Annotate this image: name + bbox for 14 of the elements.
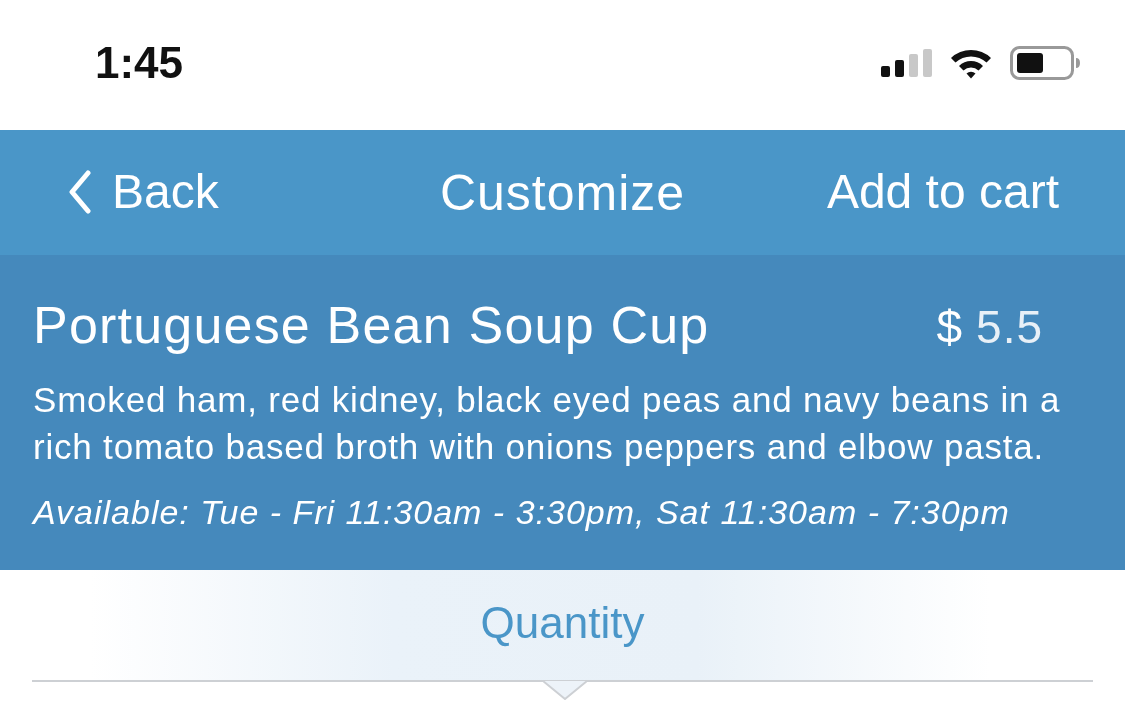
signal-icon [881, 49, 932, 77]
section-title: Quantity [480, 598, 645, 648]
availability-text: Available: Tue - Fri 11:30am - 3:30pm, Sat 11:30am - 7:30pm [33, 492, 1011, 533]
price-amount: 5.5 [976, 300, 1043, 354]
item-name: Portuguese Bean Soup Cup [33, 297, 710, 353]
back-button[interactable]: Back [68, 166, 219, 219]
status-time: 1:45 [95, 38, 184, 88]
price-currency: $ [936, 300, 963, 354]
chevron-left-icon [68, 170, 92, 215]
screen-title: Customize [439, 163, 686, 222]
item-description: Smoked ham, red kidney, black eyed peas and navy beans in a rich tomato based broth with onions peppers and elbow pasta. [33, 379, 1062, 468]
wifi-icon [949, 47, 993, 79]
battery-icon [1010, 46, 1080, 80]
add-to-cart-button[interactable]: Add to cart [826, 166, 1059, 219]
